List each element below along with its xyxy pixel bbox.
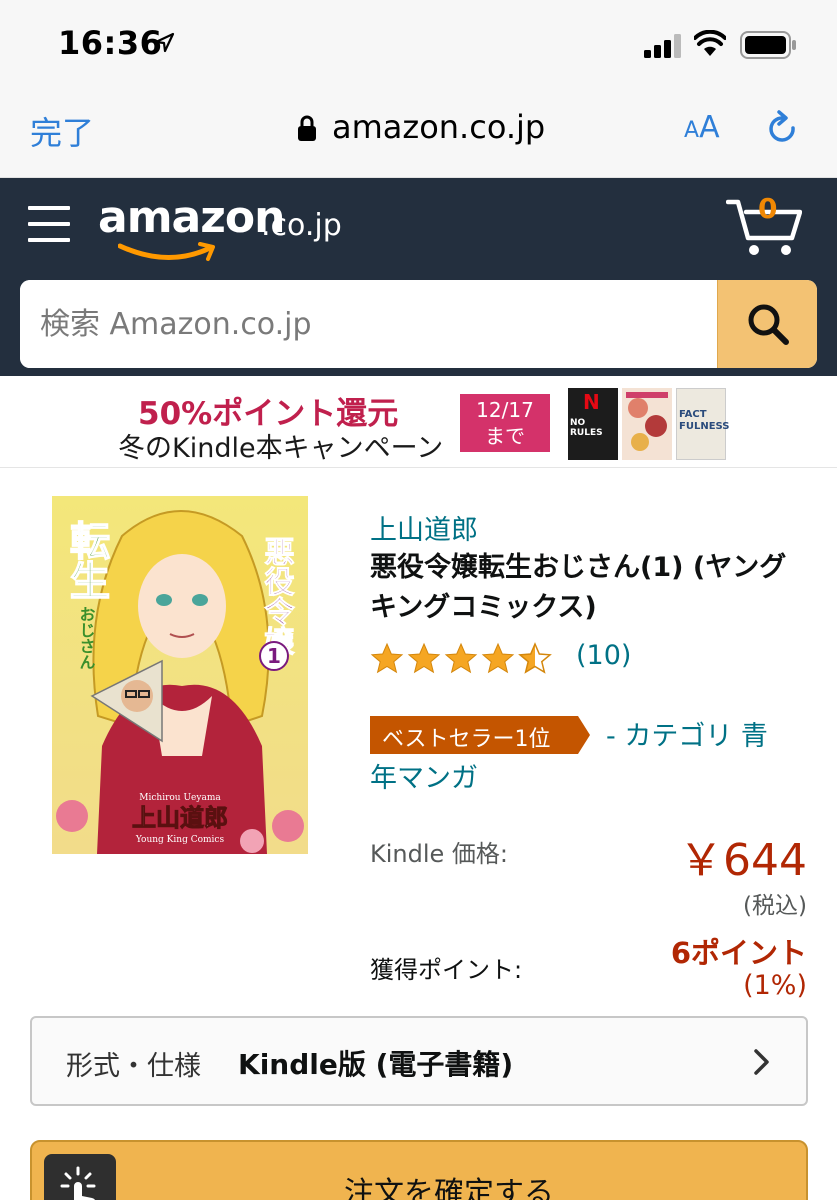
cover-title-b: 転生	[63, 520, 110, 600]
banner-book-manga	[622, 388, 672, 460]
format-selector[interactable]: 形式・仕様 Kindle版 (電子書籍)	[30, 1016, 808, 1106]
cover-author-en: Michirou Ueyama	[139, 793, 221, 803]
status-bar: 16:36	[0, 0, 837, 90]
product-title: 悪役令嬢転生おじさん(1) (ヤングキングコミックス)	[370, 552, 787, 623]
logo-text: amazon	[98, 192, 285, 243]
category-link-continued[interactable]: 年マンガ	[370, 756, 478, 795]
category-link[interactable]: - カテゴリ 青	[606, 714, 768, 753]
banner-date-badge: 12/17 まで	[460, 394, 550, 452]
search-bar	[20, 280, 817, 368]
netflix-logo: N	[583, 390, 600, 414]
rating[interactable]: (10)	[370, 640, 650, 676]
star-rating-icon	[371, 643, 551, 673]
chevron-right-icon	[754, 1049, 769, 1075]
search-icon	[748, 304, 789, 345]
menu-icon[interactable]	[28, 206, 70, 242]
lock-icon	[298, 115, 316, 141]
book-title-no-rules: NO RULES	[570, 418, 603, 438]
points-label: 獲得ポイント:	[370, 956, 523, 984]
location-arrow-icon	[154, 32, 175, 53]
one-click-icon	[44, 1154, 116, 1200]
price-label: Kindle 価格:	[370, 840, 508, 868]
search-button[interactable]	[717, 280, 817, 368]
cart-button[interactable]: 0	[725, 192, 803, 258]
tax-note: (税込)	[743, 893, 807, 919]
done-button[interactable]: 完了	[30, 108, 94, 154]
banner-book-factfulness: FACT FULNESS	[676, 388, 730, 460]
banner-date-line2: まで	[485, 424, 525, 448]
format-label: 形式・仕様	[66, 1051, 201, 1082]
format-value: Kindle版 (電子書籍)	[238, 1048, 514, 1081]
wifi-icon	[694, 30, 726, 56]
cart-count: 0	[758, 192, 778, 225]
book-title-factfulness: FACT FULNESS	[679, 409, 730, 432]
amazon-header: amazon .co.jp 0	[0, 178, 837, 376]
cellular-signal-icon	[644, 34, 681, 58]
place-order-label: 注文を確定する	[344, 1176, 554, 1200]
browser-url-bar: 完了 amazon.co.jp AA	[0, 90, 837, 178]
battery-icon	[740, 31, 796, 59]
banner-subline: 冬のKindle本キャンペーン	[118, 433, 444, 464]
points-percent: (1%)	[743, 970, 807, 1001]
place-order-button[interactable]: 注文を確定する	[30, 1140, 808, 1200]
rating-count: (10)	[576, 640, 632, 671]
banner-date-line1: 12/17	[476, 398, 534, 422]
cover-label: Young King Comics	[135, 835, 225, 845]
book-cover-art: 悪役令嬢 転生 おじさん 1 Michirou Ueyama 上山道郎 Youn…	[52, 496, 308, 854]
cover-volume: 1	[267, 644, 281, 668]
status-time: 16:36	[58, 24, 163, 62]
url-text[interactable]: amazon.co.jp	[332, 108, 545, 146]
reload-icon[interactable]	[766, 110, 800, 148]
points-value: 6ポイント	[670, 936, 807, 970]
bestseller-badge[interactable]: ベストセラー1位	[370, 716, 590, 754]
aa-large-label: A	[699, 110, 720, 145]
text-size-button[interactable]: AA	[684, 110, 720, 145]
campaign-banner[interactable]: 50%ポイント還元 冬のKindle本キャンペーン 12/17 まで N NO …	[0, 376, 837, 468]
book-cover-image[interactable]: 悪役令嬢 転生 おじさん 1 Michirou Ueyama 上山道郎 Youn…	[52, 496, 308, 854]
search-input[interactable]	[20, 280, 717, 368]
cover-author-jp: 上山道郎	[132, 803, 228, 832]
bestseller-badge-text: ベストセラー1位	[382, 727, 551, 752]
author-link[interactable]: 上山道郎	[370, 508, 478, 547]
cover-title-c: おじさん	[77, 606, 96, 670]
cover-title-a: 悪役令嬢	[259, 536, 295, 657]
price: ￥644	[679, 835, 807, 886]
aa-small-label: A	[684, 118, 700, 143]
amazon-logo[interactable]: amazon .co.jp	[98, 192, 348, 264]
logo-tld: .co.jp	[261, 208, 342, 243]
banner-book-no-rules: N NO RULES	[568, 388, 618, 460]
amazon-smile-icon	[118, 242, 215, 261]
